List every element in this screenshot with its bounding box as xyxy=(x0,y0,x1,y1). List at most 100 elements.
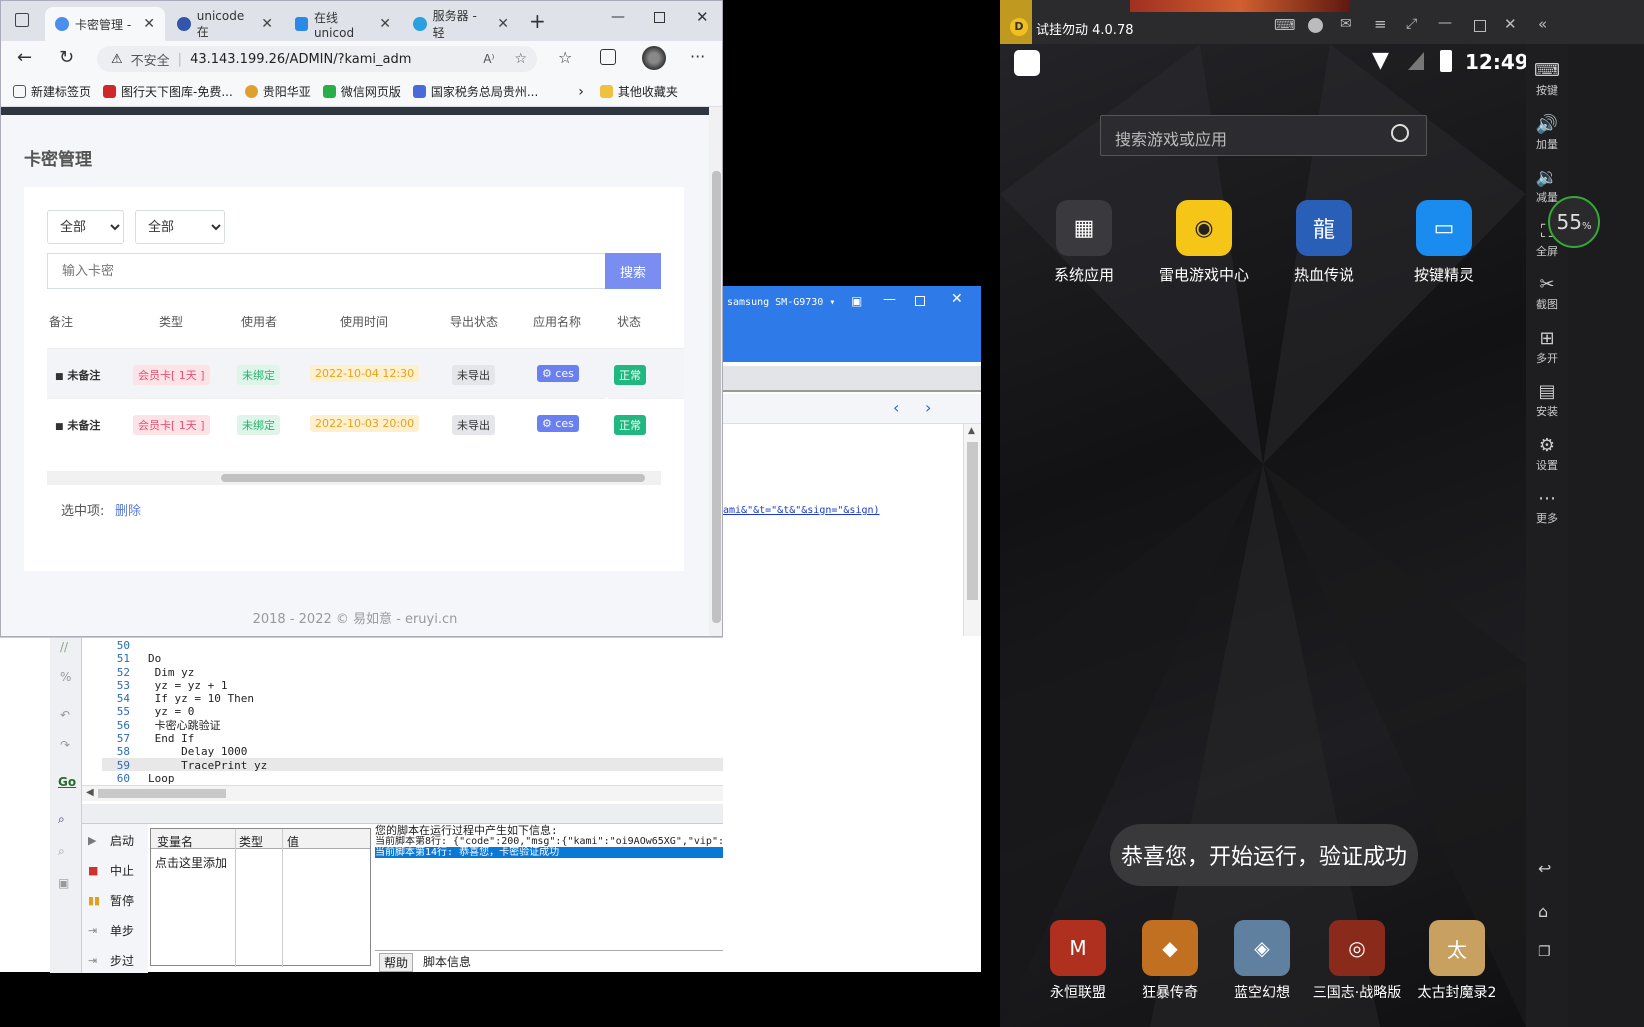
recent-apps-icon[interactable]: ❐ xyxy=(1538,944,1551,960)
close-icon[interactable]: ✕ xyxy=(261,16,273,32)
maximize-icon[interactable] xyxy=(915,296,925,306)
refresh-icon[interactable]: ↻ xyxy=(59,47,74,68)
game-sanguo[interactable]: ◎ 三国志·战略版 xyxy=(1307,920,1407,1002)
code-vertical-scrollbar[interactable]: ▲ xyxy=(963,424,981,636)
nav-next-icon[interactable]: › xyxy=(925,398,931,417)
minimize-icon[interactable]: — xyxy=(883,292,896,307)
control-4[interactable]: ⇥ 步过 xyxy=(88,952,134,969)
variable-table[interactable]: 变量名 类型 值 点击这里添加 xyxy=(150,828,371,967)
android-screen[interactable]: ▼ 12:49 搜索游戏或应用 ▦ 系统应用 ◉ 雷电游戏中心 龍 热血传说 ▭… xyxy=(1000,44,1526,1027)
sidebar-item-6[interactable]: ▤ 安装 xyxy=(1526,381,1568,419)
insecure-label: 不安全 xyxy=(130,53,170,69)
tab-script-info[interactable]: 脚本信息 xyxy=(419,953,475,970)
page-content: 卡密管理 全部 全部 搜索 备注 类型 使用者 使用时间 导出状态 应用名称 状… xyxy=(1,107,709,636)
app-anjian[interactable]: ▭ 按键精灵 xyxy=(1394,200,1494,285)
comment-tool-icon[interactable]: // xyxy=(60,640,68,654)
sidebar-item-5[interactable]: ⊞ 多开 xyxy=(1526,328,1568,366)
user-icon[interactable] xyxy=(1308,18,1323,33)
search-icon[interactable] xyxy=(1391,124,1409,142)
maximize-icon[interactable] xyxy=(1474,20,1486,32)
tab-server[interactable]: 服务器 - 轻 ✕ xyxy=(403,7,519,41)
minimize-icon[interactable]: — xyxy=(611,9,625,25)
new-tab-icon[interactable]: + xyxy=(529,9,546,33)
search-input[interactable] xyxy=(47,253,605,289)
nav-prev-icon[interactable]: ‹ xyxy=(893,398,899,417)
read-aloud-icon[interactable]: A⁾ xyxy=(483,52,494,66)
close-window-icon[interactable]: ✕ xyxy=(696,8,709,26)
close-icon[interactable]: ✕ xyxy=(951,291,963,307)
tab-help[interactable]: 帮助 xyxy=(379,953,414,972)
control-0[interactable]: ▶ 启动 xyxy=(88,832,134,849)
scrollbar-thumb[interactable] xyxy=(967,442,978,600)
filter-select-2[interactable]: 全部 xyxy=(135,210,225,244)
control-3[interactable]: ⇥ 单步 xyxy=(88,922,134,939)
bookmark-other[interactable]: 其他收藏夹 xyxy=(599,83,678,100)
tab-unicode[interactable]: unicode在 ✕ xyxy=(167,7,283,41)
back-icon[interactable]: ← xyxy=(17,47,32,68)
scrollbar-thumb[interactable] xyxy=(712,171,721,623)
chevron-right-icon[interactable]: › xyxy=(578,84,584,100)
close-icon[interactable]: ✕ xyxy=(143,16,155,32)
replace-tool-icon[interactable]: ⌕ xyxy=(58,844,65,859)
screenshot-icon[interactable]: ⤢ xyxy=(1406,16,1417,32)
bookmark-newtab[interactable]: 新建标签页 xyxy=(13,83,91,100)
dropdown-icon[interactable]: ▣ xyxy=(851,294,862,308)
mail-icon[interactable]: ✉ xyxy=(1340,16,1352,32)
app-game-center[interactable]: ◉ 雷电游戏中心 xyxy=(1154,200,1254,285)
minimize-icon[interactable]: — xyxy=(1438,15,1452,31)
home-icon[interactable]: ⌂ xyxy=(1538,902,1548,921)
page-footer: 2018 - 2022 © 易如意 - eruyi.cn xyxy=(252,612,458,627)
collections-icon[interactable] xyxy=(600,49,616,65)
control-1[interactable]: ■ 中止 xyxy=(88,862,134,879)
add-variable-link[interactable]: 点击这里添加 xyxy=(155,854,227,871)
search-field[interactable]: 搜索游戏或应用 xyxy=(1100,115,1427,156)
filter-select-1[interactable]: 全部 xyxy=(47,210,124,244)
maximize-icon[interactable] xyxy=(654,12,665,23)
game-kuangbao[interactable]: ◆ 狂暴传奇 xyxy=(1125,920,1215,1002)
sidebar-item-1[interactable]: 🔊 加量 xyxy=(1526,114,1568,152)
redo-tool-icon[interactable]: ↷ xyxy=(60,738,70,752)
game-yongheng[interactable]: M 永恒联盟 xyxy=(1033,920,1123,1002)
table-row[interactable]: ■ 未备注 会员卡[ 1天 ] 未绑定 2022-10-04 12:30 未导出… xyxy=(47,348,684,398)
scrollbar-thumb[interactable] xyxy=(98,789,226,798)
bookmark-huaya[interactable]: 贵阳华亚 xyxy=(244,83,311,100)
close-icon[interactable]: ✕ xyxy=(497,16,509,32)
app-system[interactable]: ▦ 系统应用 xyxy=(1034,200,1134,285)
goto-tool-icon[interactable]: Go xyxy=(58,775,76,789)
url-field[interactable]: ⚠ 不安全 | 43.143.199.26/ADMIN/?kami_adm A⁾… xyxy=(97,46,537,72)
scrollbar-thumb[interactable] xyxy=(221,474,645,482)
sidebar-item-0[interactable]: ⌨ 按键 xyxy=(1526,60,1568,98)
more-icon[interactable]: ··· xyxy=(690,47,705,66)
tab-unicode-online[interactable]: 在线unicod ✕ xyxy=(285,7,401,41)
delete-link[interactable]: 删除 xyxy=(115,500,141,519)
undo-tool-icon[interactable]: ↶ xyxy=(60,708,70,722)
sidebar-item-8[interactable]: ⋯ 更多 xyxy=(1526,488,1568,526)
collapse-icon[interactable]: « xyxy=(1538,15,1547,33)
bookmark-tuxing[interactable]: 图行天下图库-免费... xyxy=(103,83,233,100)
device-selector[interactable]: samsung SM-G9730 ▾ xyxy=(727,296,835,309)
gamepad-icon[interactable]: ⌨ xyxy=(1274,16,1296,34)
app-rexue[interactable]: 龍 热血传说 xyxy=(1274,200,1374,285)
horizontal-scrollbar[interactable] xyxy=(47,471,661,485)
tab-kami[interactable]: 卡密管理 - ✕ xyxy=(45,7,165,41)
sidebar-item-7[interactable]: ⚙ 设置 xyxy=(1526,435,1568,473)
control-2[interactable]: ▮▮ 暂停 xyxy=(88,892,134,909)
bookmark-tax[interactable]: 国家税务总局贵州... xyxy=(412,83,538,100)
search-button[interactable]: 搜索 xyxy=(605,253,661,289)
uncomment-tool-icon[interactable]: % xyxy=(60,670,71,684)
game-lankong[interactable]: ◈ 蓝空幻想 xyxy=(1217,920,1307,1002)
find-tool-icon[interactable]: ⌕ xyxy=(58,812,65,827)
menu-icon[interactable]: ≡ xyxy=(1374,15,1387,33)
image-tool-icon[interactable]: ▣ xyxy=(58,876,69,890)
close-icon[interactable]: ✕ xyxy=(1504,15,1517,33)
sidebar-item-4[interactable]: ✂ 截图 xyxy=(1526,274,1568,312)
avatar[interactable] xyxy=(642,46,666,70)
back-icon[interactable]: ↩ xyxy=(1538,859,1551,878)
bookmark-wechat[interactable]: 微信网页版 xyxy=(322,83,401,100)
game-taigu[interactable]: 太 太古封魔录2 xyxy=(1407,920,1507,1002)
favorites-icon[interactable]: ☆ xyxy=(558,48,572,67)
sidebar-toggle-icon[interactable] xyxy=(15,13,29,27)
table-row[interactable]: ■ 未备注 会员卡[ 1天 ] 未绑定 2022-10-03 20:00 未导出… xyxy=(47,398,684,448)
close-icon[interactable]: ✕ xyxy=(379,16,391,32)
add-favorite-icon[interactable]: ☆ xyxy=(514,51,527,67)
